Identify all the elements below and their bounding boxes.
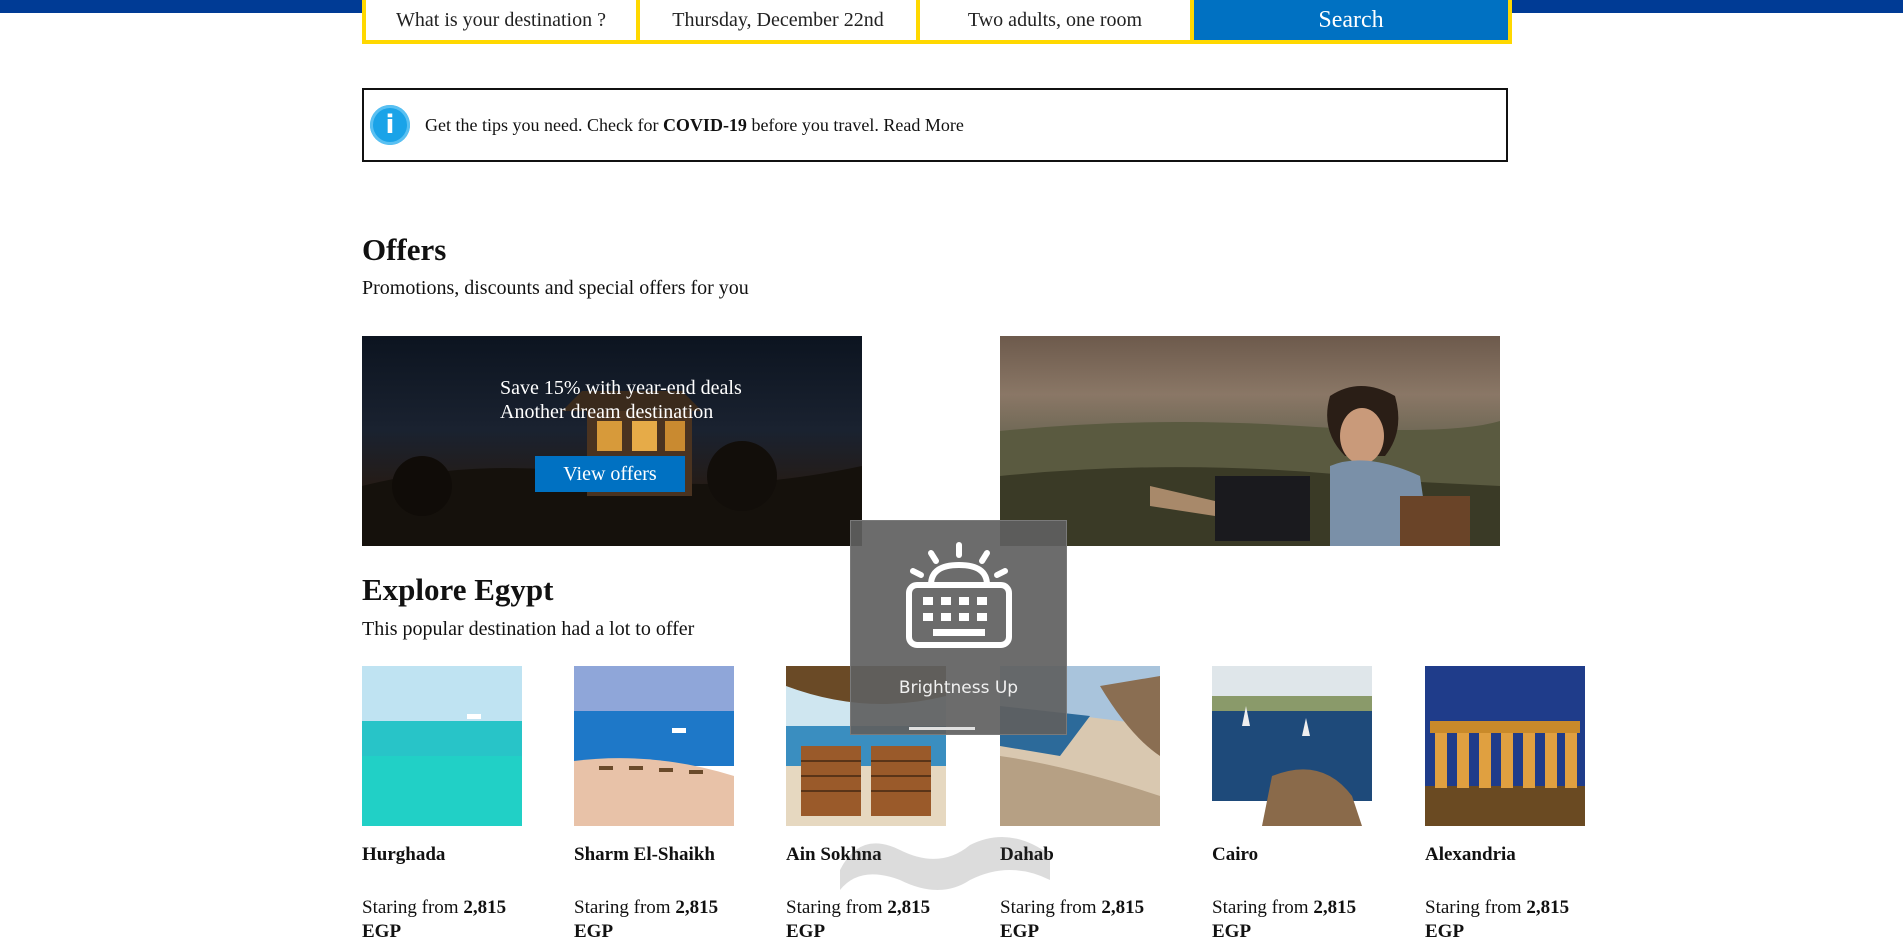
destination-price: Staring from 2,815 EGP <box>1425 897 1570 940</box>
info-icon: i <box>370 105 410 145</box>
destination-price: Staring from 2,815 EGP <box>1212 897 1357 940</box>
destination-name: Sharm El-Shaikh <box>574 844 715 865</box>
brightness-osd: Brightness Up <box>850 520 1067 735</box>
covid-notice: i Get the tips you need. Check for COVID… <box>362 88 1508 162</box>
destination-card-cairo[interactable]: Cairo Staring from 2,815 EGP <box>1212 666 1372 940</box>
destination-name: Ain Sokhna <box>786 844 882 865</box>
alexandria-image <box>1425 666 1585 826</box>
osd-indicator-bar <box>909 727 975 730</box>
hurghada-image <box>362 666 522 826</box>
explore-subtitle: This popular destination had a lot to of… <box>362 618 695 640</box>
offers-subtitle: Promotions, discounts and special offers… <box>362 277 749 299</box>
explore-title: Explore Egypt <box>362 572 554 607</box>
offer-text: Save 15% with year-end deals Another dre… <box>500 376 742 424</box>
guests-selector[interactable]: Two adults, one room <box>920 0 1190 40</box>
destination-price: Staring from 2,815 EGP <box>786 897 931 940</box>
woman-laptop-image <box>1000 386 1500 546</box>
view-offers-button[interactable]: View offers <box>535 456 685 492</box>
offer-card-year-end: Save 15% with year-end deals Another dre… <box>362 336 862 546</box>
search-button[interactable]: Search <box>1194 0 1508 40</box>
date-picker[interactable]: Thursday, December 22nd <box>640 0 916 40</box>
notice-highlight: COVID-19 <box>662 114 747 135</box>
destination-name: Alexandria <box>1425 844 1516 865</box>
notice-text-before: Get the tips you need. Check for <box>425 114 663 135</box>
destination-price: Staring from 2,815 EGP <box>1000 897 1145 940</box>
osd-label: Brightness Up <box>898 678 1019 698</box>
destination-name: Hurghada <box>362 844 446 865</box>
destination-name: Dahab <box>1000 844 1054 865</box>
destination-name: Cairo <box>1212 844 1259 865</box>
offers-title: Offers <box>362 232 447 267</box>
notice-text-after[interactable]: before you travel. Read More <box>747 115 963 136</box>
destination-card-alexandria[interactable]: Alexandria Staring from 2,815 EGP <box>1425 666 1585 940</box>
offer-line-2: Another dream destination <box>500 401 714 423</box>
destination-input[interactable]: What is your destination ? <box>366 0 636 40</box>
destination-card-sharm[interactable]: Sharm El-Shaikh Staring from 2,815 EGP <box>574 666 734 940</box>
cairo-image <box>1212 666 1372 826</box>
offer-card-remote-work[interactable] <box>1000 336 1500 546</box>
cabin-night-image <box>362 391 862 546</box>
sharm-image <box>574 666 734 826</box>
search-bar: What is your destination ? Thursday, Dec… <box>362 0 1512 44</box>
offer-line-1: Save 15% with year-end deals <box>500 377 742 399</box>
destination-price: Staring from 2,815 EGP <box>574 897 719 940</box>
keyboard-brightness-icon <box>906 542 1012 648</box>
destination-price: Staring from 2,815 EGP <box>362 897 507 940</box>
destination-card-hurghada[interactable]: Hurghada Staring from 2,815 EGP <box>362 666 522 940</box>
